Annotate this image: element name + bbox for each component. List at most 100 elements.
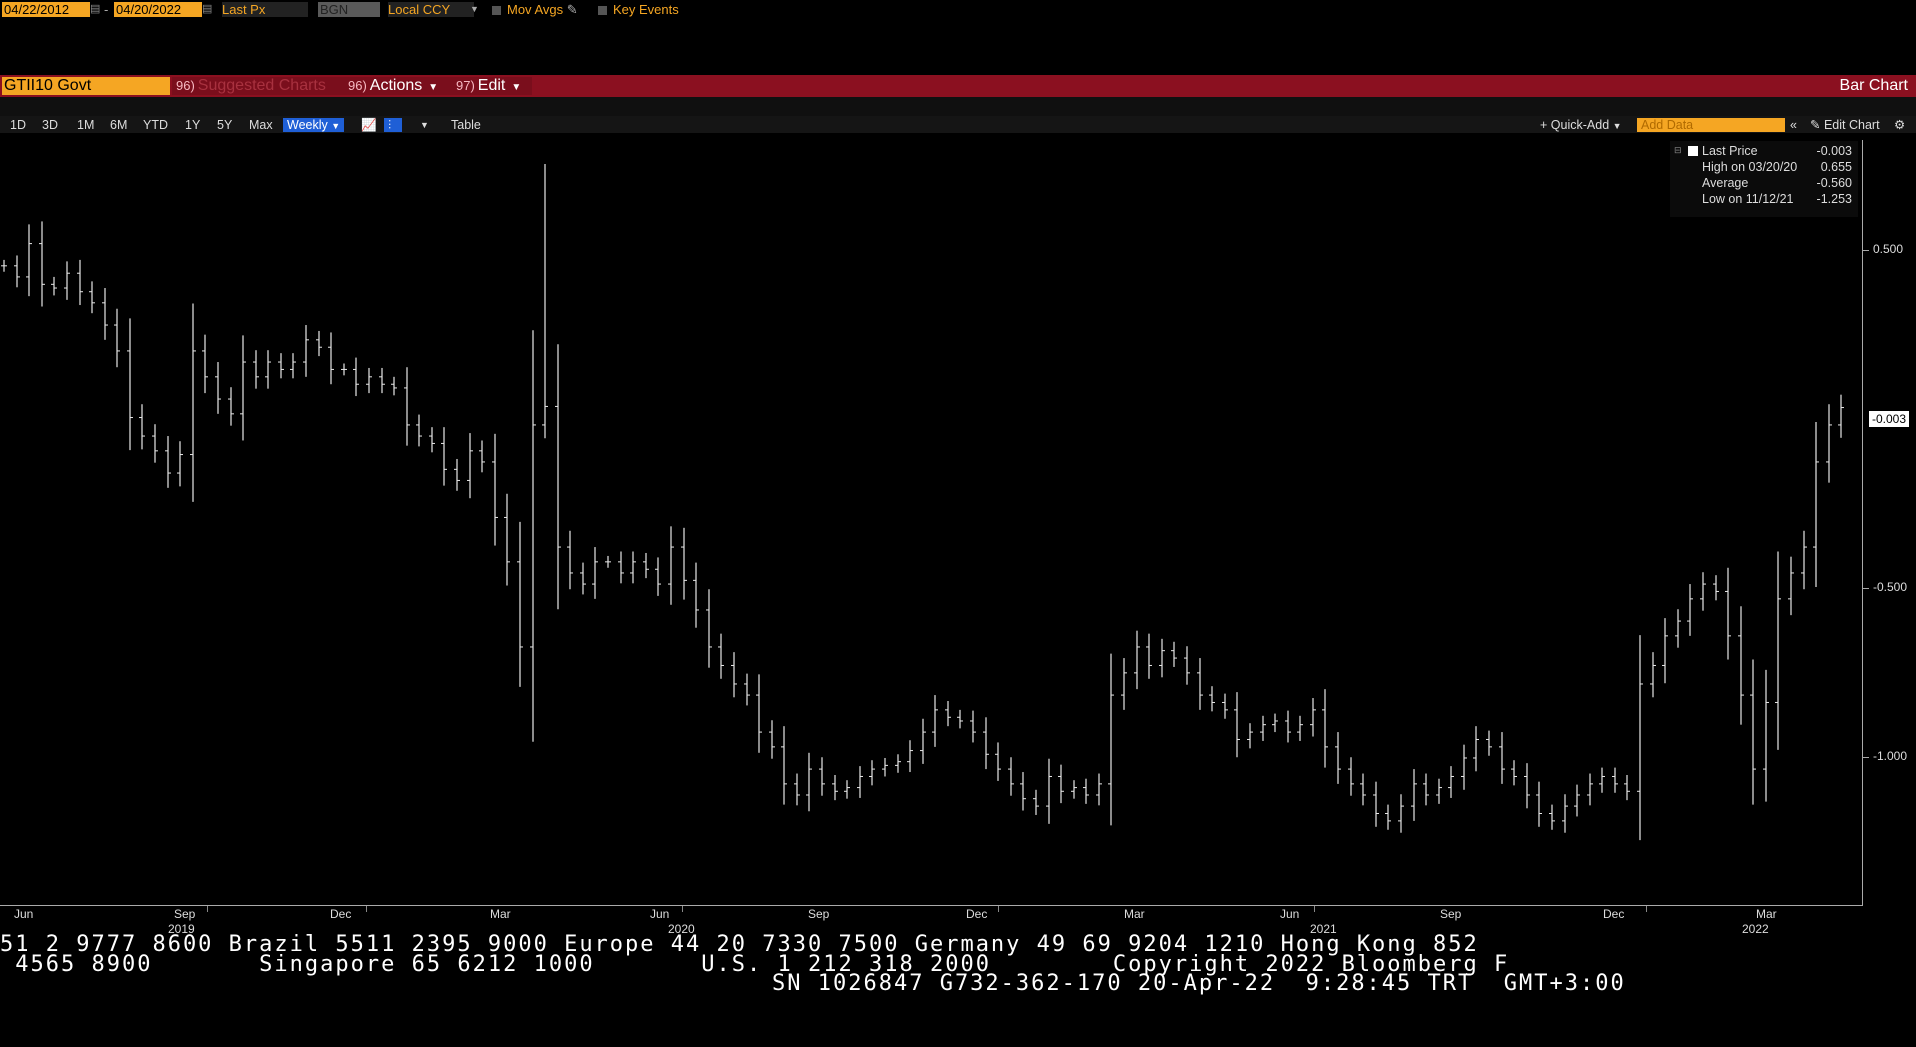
ohlc-bar	[819, 757, 825, 796]
ohlc-bar	[14, 255, 20, 288]
ohlc-bar	[341, 363, 347, 376]
suggested-charts-button[interactable]: 96) Suggested Charts	[172, 77, 344, 95]
ohlc-bar	[1650, 652, 1656, 698]
ohlc-bar	[555, 344, 561, 610]
ohlc-bar	[1813, 421, 1819, 588]
ohlc-bar	[1297, 715, 1303, 741]
ohlc-bar	[643, 552, 649, 579]
ohlc-bar	[1436, 778, 1442, 804]
ohlc-bar	[706, 589, 712, 668]
ohlc-bar	[1423, 773, 1429, 806]
actions-num: 96)	[348, 78, 367, 93]
period-3d[interactable]: 3D	[42, 118, 58, 132]
security-input[interactable]: GTII10 Govt	[2, 77, 170, 95]
ohlc-bar	[1033, 789, 1039, 815]
ohlc-bar	[290, 353, 296, 379]
quick-add-label: Quick-Add	[1550, 118, 1610, 132]
ohlc-bar	[441, 427, 447, 486]
ohlc-bar	[1750, 659, 1756, 805]
actions-label: Actions	[369, 77, 423, 94]
ohlc-bar	[1234, 692, 1240, 758]
ohlc-bar	[253, 350, 259, 389]
start-date-field[interactable]: 04/22/2012	[2, 2, 90, 17]
line-chart-icon[interactable]: 📈	[361, 118, 377, 132]
mov-avgs-label: Mov Avgs	[507, 2, 564, 17]
ohlc-bar	[1096, 773, 1102, 806]
period-1m[interactable]: 1M	[77, 118, 94, 132]
ohlc-bar	[391, 376, 397, 396]
ohlc-bar	[1209, 686, 1215, 712]
chevron-down-icon[interactable]: ▼	[470, 2, 479, 17]
ohlc-bar	[265, 350, 271, 389]
edit-button[interactable]: 97) Edit ▼	[452, 77, 532, 95]
x-label: Dec	[1603, 907, 1625, 921]
x-axis	[0, 905, 1863, 906]
ohlc-bar	[1738, 606, 1744, 725]
ohlc-bar	[1310, 698, 1316, 737]
key-events-checkbox[interactable]: Key Events	[598, 2, 679, 17]
settings-bar	[0, 97, 1916, 116]
ohlc-bar	[1775, 551, 1781, 750]
period-6m[interactable]: 6M	[110, 118, 127, 132]
x-label: Sep	[1440, 907, 1462, 921]
ohlc-bar	[328, 332, 334, 385]
price-chart[interactable]	[0, 140, 1862, 906]
source-select[interactable]: BGN	[318, 2, 380, 17]
calendar-icon[interactable]: ▤	[202, 2, 212, 17]
footer-session: SN 1026847 G732-362-170 20-Apr-22 9:28:4…	[772, 971, 1626, 996]
ohlc-bar	[492, 433, 498, 546]
field-select[interactable]: Last Px	[222, 2, 308, 17]
calendar-icon[interactable]: ▤	[90, 2, 100, 17]
ohlc-bar	[530, 330, 536, 742]
add-data-input[interactable]: Add Data	[1637, 118, 1785, 132]
pencil-icon[interactable]: ✎	[567, 2, 578, 17]
ohlc-bar	[542, 164, 548, 439]
frequency-select[interactable]: Weekly ▼	[283, 118, 345, 132]
period-1y[interactable]: 1Y	[185, 118, 200, 132]
ohlc-bar	[731, 652, 737, 698]
x-label: Mar	[1124, 907, 1145, 921]
period-5y[interactable]: 5Y	[217, 118, 232, 132]
ohlc-bar	[479, 440, 485, 473]
ohlc-bar	[1322, 689, 1328, 768]
ohlc-bar	[1134, 630, 1140, 690]
end-date-field[interactable]: 04/20/2022	[114, 2, 202, 17]
chevron-down-icon[interactable]: ▼	[420, 118, 429, 132]
quick-add-button[interactable]: + Quick-Add ▼	[1540, 118, 1622, 132]
plus-icon: +	[1540, 118, 1548, 132]
bar-chart-icon[interactable]: ⫶	[384, 118, 402, 132]
ohlc-bar	[1637, 635, 1643, 841]
ohlc-bar	[353, 357, 359, 397]
period-1d[interactable]: 1D	[10, 118, 26, 132]
currency-select[interactable]: Local CCY	[388, 2, 474, 17]
ohlc-bar	[152, 424, 158, 463]
ohlc-bar	[630, 551, 636, 584]
table-button[interactable]: Table	[451, 118, 481, 132]
ohlc-bar	[1146, 633, 1152, 679]
edit-chart-button[interactable]: ✎ Edit Chart	[1810, 118, 1880, 132]
ohlc-bar	[1108, 653, 1114, 826]
period-max[interactable]: Max	[249, 118, 273, 132]
period-ytd[interactable]: YTD	[143, 118, 168, 132]
ohlc-bar	[844, 780, 850, 799]
collapse-icon[interactable]: «	[1790, 118, 1797, 132]
gear-icon[interactable]: ⚙	[1894, 118, 1905, 132]
ohlc-bar	[945, 700, 951, 727]
ohlc-bar	[1272, 713, 1278, 733]
ohlc-bar	[1763, 669, 1769, 802]
ohlc-bar	[1662, 618, 1668, 684]
ohlc-bar	[1725, 567, 1731, 660]
actions-button[interactable]: 96) Actions ▼	[344, 77, 452, 95]
mov-avgs-checkbox[interactable]: Mov Avgs ✎	[492, 2, 578, 17]
ohlc-bar	[932, 695, 938, 747]
ohlc-bar	[102, 288, 108, 340]
year-tick	[998, 906, 999, 912]
ohlc-bar	[605, 555, 611, 568]
chevron-down-icon: ▼	[511, 82, 522, 93]
ohlc-bar	[995, 742, 1001, 781]
y-axis	[1862, 140, 1863, 906]
ohlc-bar	[693, 562, 699, 628]
ohlc-bar	[957, 709, 963, 729]
ohlc-bar	[1071, 780, 1077, 799]
year-tick	[207, 906, 208, 912]
